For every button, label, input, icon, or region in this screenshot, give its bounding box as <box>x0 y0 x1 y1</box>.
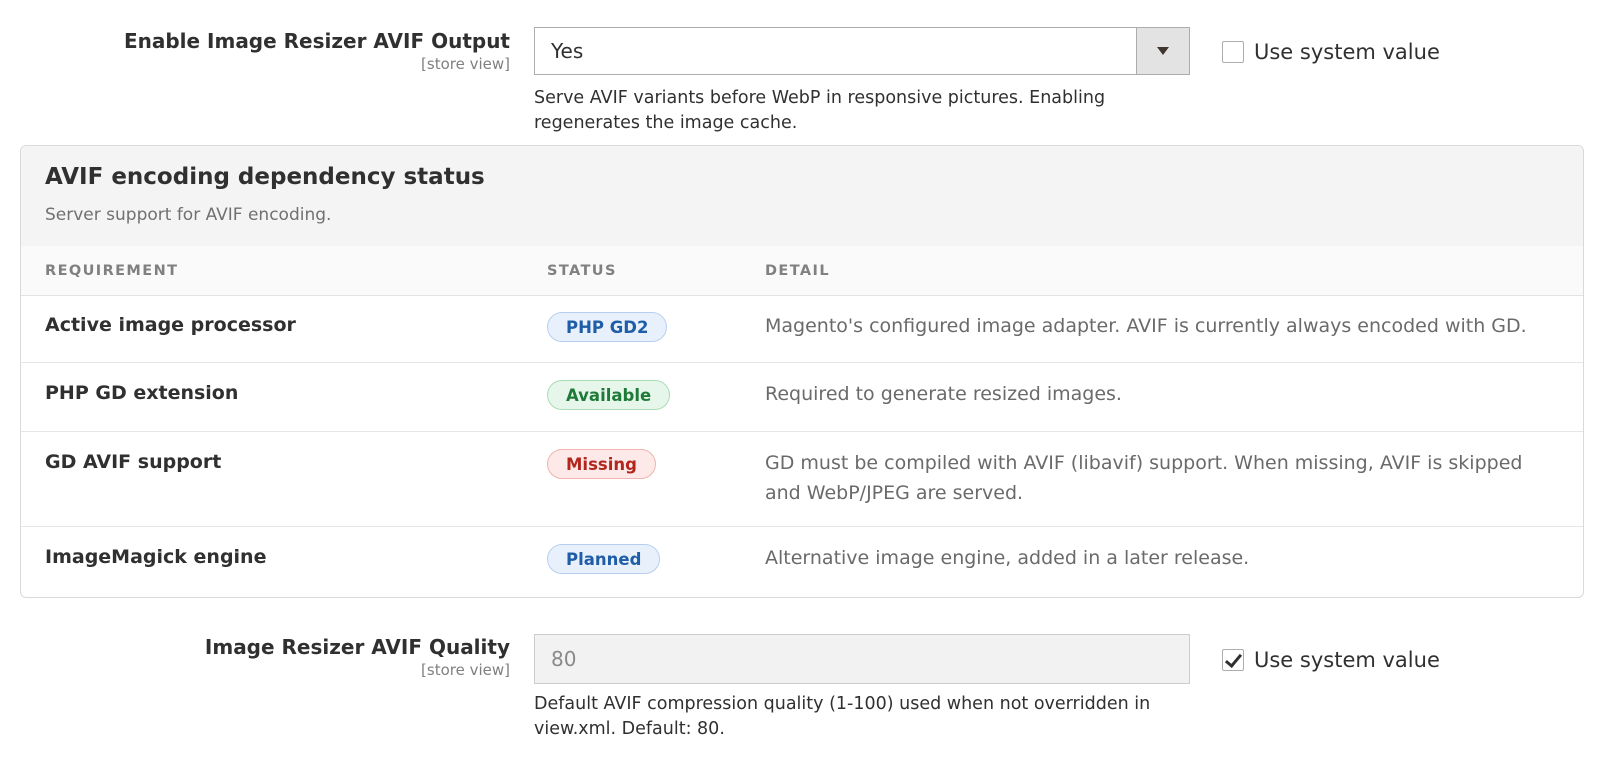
avif-quality-value: 80 <box>551 647 577 671</box>
status-badge: Missing <box>547 449 656 479</box>
avif-output-field: Enable Image Resizer AVIF Output [store … <box>0 0 1600 140</box>
avif-quality-note: Default AVIF compression quality (1-100)… <box>534 694 1151 739</box>
panel-subtitle: Server support for AVIF encoding. <box>45 205 332 225</box>
avif-quality-scope: [store view] <box>421 661 510 679</box>
avif-output-dropdown-toggle[interactable] <box>1136 28 1189 74</box>
requirement-cell: PHP GD extension <box>45 382 239 404</box>
avif-quality-input[interactable]: 80 <box>534 634 1190 684</box>
avif-quality-field: Image Resizer AVIF Quality [store view] … <box>0 610 1600 770</box>
table-row: ImageMagick engine Planned Alternative i… <box>21 527 1583 597</box>
column-header-requirement: REQUIREMENT <box>45 263 179 279</box>
table-row: Active image processor PHP GD2 Magento's… <box>21 295 1583 363</box>
avif-output-scope: [store view] <box>421 55 510 73</box>
avif-output-label: Enable Image Resizer AVIF Output <box>123 29 510 53</box>
status-badge: PHP GD2 <box>547 312 668 342</box>
table-header: REQUIREMENT STATUS DETAIL <box>21 246 1583 296</box>
requirement-cell: Active image processor <box>45 314 296 336</box>
panel-header: AVIF encoding dependency status Server s… <box>21 146 1583 247</box>
avif-quality-label: Image Resizer AVIF Quality <box>204 635 510 659</box>
status-badge: Available <box>547 380 671 410</box>
chevron-down-icon <box>1157 47 1169 55</box>
table-row: PHP GD extension Available Required to g… <box>21 363 1583 432</box>
avif-output-select[interactable]: Yes <box>534 27 1190 75</box>
panel-title: AVIF encoding dependency status <box>45 164 485 190</box>
avif-output-note: Serve AVIF variants before WebP in respo… <box>534 88 1106 133</box>
avif-quality-use-system[interactable]: Use system value <box>1222 648 1440 672</box>
requirement-cell: ImageMagick engine <box>45 546 267 568</box>
column-header-status: STATUS <box>547 263 617 279</box>
avif-output-use-system-checkbox[interactable] <box>1222 41 1244 63</box>
detail-cell: Required to generate resized images. <box>765 383 1122 405</box>
requirement-cell: GD AVIF support <box>45 451 222 473</box>
column-header-detail: DETAIL <box>765 263 830 279</box>
detail-cell: Alternative image engine, added in a lat… <box>765 547 1250 569</box>
checkmark-icon[interactable] <box>1222 649 1244 671</box>
table-row: GD AVIF support Missing GD must be compi… <box>21 432 1583 527</box>
status-badge: Planned <box>547 544 661 574</box>
avif-quality-label-group: Image Resizer AVIF Quality [store view] <box>205 634 510 680</box>
avif-dependency-panel: AVIF encoding dependency status Server s… <box>20 145 1584 598</box>
avif-output-use-system[interactable]: Use system value <box>1222 40 1440 64</box>
avif-output-label-group: Enable Image Resizer AVIF Output [store … <box>124 28 510 74</box>
avif-output-selected-value: Yes <box>551 39 584 63</box>
detail-cell: GD must be compiled with AVIF (libavif) … <box>765 452 1523 504</box>
avif-quality-use-system-label[interactable]: Use system value <box>1254 648 1440 672</box>
avif-output-use-system-label[interactable]: Use system value <box>1254 40 1440 64</box>
detail-cell: Magento's configured image adapter. AVIF… <box>765 315 1527 337</box>
